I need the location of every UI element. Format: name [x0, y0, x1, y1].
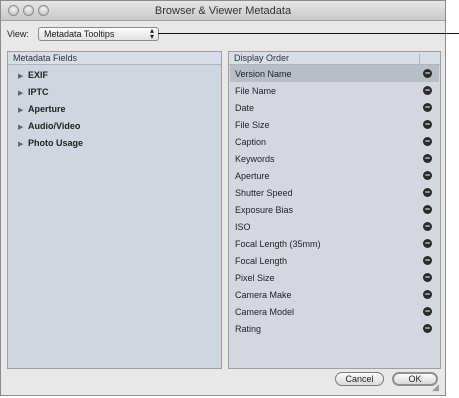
display-order-row[interactable]: Focal Length (35mm) − [230, 235, 439, 252]
display-order-row-label: Focal Length [235, 256, 288, 266]
remove-field-icon[interactable]: − [423, 69, 432, 78]
remove-field-icon[interactable]: − [423, 239, 432, 248]
display-order-row-label: Camera Make [235, 290, 292, 300]
display-order-row[interactable]: Date − [230, 99, 439, 116]
display-order-row-label: Aperture [235, 171, 270, 181]
disclosure-triangle-icon[interactable]: ▶ [18, 138, 28, 152]
display-order-row-label: Pixel Size [235, 273, 275, 283]
tree-item-photo-usage[interactable]: ▶ Photo Usage [18, 136, 83, 150]
display-order-row-label: File Name [235, 86, 277, 96]
title-bar: Browser & Viewer Metadata [1, 1, 445, 21]
display-order-row-label: File Size [235, 120, 270, 130]
display-order-row[interactable]: Shutter Speed − [230, 184, 439, 201]
display-order-row-label: Focal Length (35mm) [235, 239, 321, 249]
view-label: View: [7, 29, 29, 39]
display-order-row[interactable]: Camera Model − [230, 303, 439, 320]
tree-item-iptc[interactable]: ▶ IPTC [18, 85, 49, 99]
display-order-row[interactable]: Focal Length − [230, 252, 439, 269]
tree-item-aperture[interactable]: ▶ Aperture [18, 102, 66, 116]
tree-item-exif[interactable]: ▶ EXIF [18, 68, 48, 82]
display-order-row[interactable]: Camera Make − [230, 286, 439, 303]
display-order-row-label: Camera Model [235, 307, 295, 317]
display-order-row-label: ISO [235, 222, 251, 232]
metadata-fields-list: ▶ EXIF ▶ IPTC ▶ Aperture ▶ Audio/Video ▶ Phot… [10, 66, 219, 366]
display-order-row[interactable]: Aperture − [230, 167, 439, 184]
header-divider [419, 54, 420, 64]
remove-field-icon[interactable]: − [423, 154, 432, 163]
display-order-header: Display Order [229, 52, 440, 65]
display-order-row-label: Version Name [235, 69, 292, 79]
display-order-row-label: Rating [235, 324, 262, 334]
remove-field-icon[interactable]: − [423, 171, 432, 180]
window-title: Browser & Viewer Metadata [154, 5, 292, 17]
remove-field-icon[interactable]: − [423, 324, 432, 333]
display-order-row[interactable]: File Name − [230, 82, 439, 99]
view-popup-button[interactable]: Metadata Tooltips ▴ ▾ [38, 27, 159, 41]
display-order-row-label: Exposure Bias [235, 205, 294, 215]
remove-field-icon[interactable]: − [423, 188, 432, 197]
display-order-row[interactable]: Pixel Size − [230, 269, 439, 286]
resize-grip-icon[interactable]: ◢ [432, 382, 442, 392]
view-popup-value: Metadata Tooltips [44, 29, 115, 39]
display-order-row[interactable]: Rating − [230, 320, 439, 337]
disclosure-triangle-icon[interactable]: ▶ [18, 70, 28, 84]
cancel-button[interactable]: Cancel [335, 372, 384, 386]
display-order-row[interactable]: File Size − [230, 116, 439, 133]
remove-field-icon[interactable]: − [423, 290, 432, 299]
display-order-row-label: Caption [235, 137, 267, 147]
display-order-row-label: Shutter Speed [235, 188, 293, 198]
popup-arrows-icon: ▴ ▾ [149, 26, 154, 41]
remove-field-icon[interactable]: − [423, 120, 432, 129]
disclosure-triangle-icon[interactable]: ▶ [18, 87, 28, 101]
tree-item-audio-video[interactable]: ▶ Audio/Video [18, 119, 80, 133]
remove-field-icon[interactable]: − [423, 86, 432, 95]
remove-field-icon[interactable]: − [423, 307, 432, 316]
display-order-row-label: Date [235, 103, 255, 113]
display-order-row-label: Keywords [235, 154, 275, 164]
remove-field-icon[interactable]: − [423, 205, 432, 214]
disclosure-triangle-icon[interactable]: ▶ [18, 104, 28, 118]
display-order-pane: Display Order Version Name − File Name − Dat… [228, 51, 441, 369]
disclosure-triangle-icon[interactable]: ▶ [18, 121, 28, 135]
remove-field-icon[interactable]: − [423, 222, 432, 231]
metadata-window: Browser & Viewer Metadata View: Metadata… [0, 0, 446, 396]
remove-field-icon[interactable]: − [423, 103, 432, 112]
display-order-row[interactable]: Keywords − [230, 150, 439, 167]
display-order-row[interactable]: ISO − [230, 218, 439, 235]
display-order-row[interactable]: Exposure Bias − [230, 201, 439, 218]
remove-field-icon[interactable]: − [423, 256, 432, 265]
callout-line [158, 33, 459, 34]
display-order-row[interactable]: Caption − [230, 133, 439, 150]
remove-field-icon[interactable]: − [423, 137, 432, 146]
metadata-fields-header: Metadata Fields [8, 52, 221, 65]
remove-field-icon[interactable]: − [423, 273, 432, 282]
display-order-row[interactable]: Version Name − [230, 65, 439, 82]
metadata-fields-pane: Metadata Fields ▶ EXIF ▶ IPTC ▶ Aperture ▶ A… [7, 51, 222, 369]
